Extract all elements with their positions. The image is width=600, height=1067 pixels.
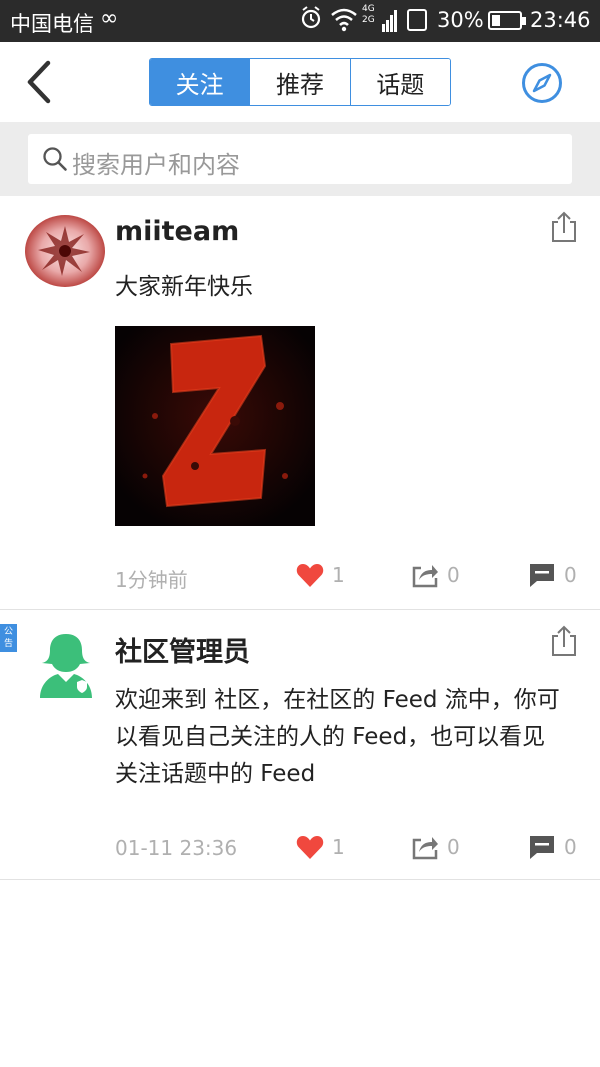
hd-icon: ∞	[100, 6, 119, 31]
post-username[interactable]: 社区管理员	[115, 630, 250, 669]
like-button[interactable]: 1	[296, 562, 345, 588]
tab-following[interactable]: 关注	[150, 59, 250, 105]
heart-icon	[296, 564, 324, 587]
search-icon	[43, 147, 67, 171]
feed-tabs: 关注 推荐 话题	[149, 58, 451, 106]
repost-button[interactable]: 0	[411, 834, 460, 860]
battery-icon	[488, 11, 526, 30]
repost-icon	[412, 837, 438, 860]
search-placeholder: 搜索用户和内容	[72, 151, 240, 179]
zombie-z-image	[115, 326, 315, 526]
repost-icon	[412, 565, 438, 588]
compass-icon[interactable]	[521, 62, 563, 104]
post-time: 1分钟前	[115, 568, 188, 592]
comment-count: 0	[564, 835, 577, 859]
post-time: 01-11 23:36	[115, 836, 238, 860]
like-count: 1	[332, 835, 345, 859]
comment-button[interactable]: 0	[528, 562, 577, 588]
search-input[interactable]: 搜索用户和内容	[28, 134, 572, 184]
status-bar: 中国电信 ∞ 4G 2G 30% 23:46	[0, 0, 600, 42]
back-icon[interactable]	[20, 57, 60, 107]
search-bar-container: 搜索用户和内容	[0, 122, 600, 196]
announcement-badge: 公告	[0, 624, 17, 652]
comment-icon	[530, 836, 554, 859]
post-text: 欢迎来到 社区，在社区的 Feed 流中，你可以看见自己关注的人的 Feed，也…	[115, 687, 560, 787]
post-text: 大家新年快乐	[115, 274, 253, 300]
repost-count: 0	[447, 563, 460, 587]
comment-count: 0	[564, 563, 577, 587]
signal-icon	[382, 10, 397, 32]
feed-post[interactable]: 公告 社区管理员 欢迎来到 社区，在社区的 Feed 流中，你可以看见自己关注的…	[0, 610, 600, 880]
share-icon[interactable]	[549, 211, 579, 243]
avatar[interactable]	[24, 214, 106, 288]
like-button[interactable]: 1	[296, 834, 345, 860]
admin-avatar-icon[interactable]	[36, 632, 96, 698]
feed-post[interactable]: miiteam 大家新年快乐 1分钟前 1 0 0	[0, 196, 600, 610]
share-icon[interactable]	[549, 625, 579, 657]
repost-button[interactable]: 0	[411, 562, 460, 588]
tab-recommended[interactable]: 推荐	[249, 59, 350, 105]
post-image[interactable]	[115, 326, 315, 526]
top-navbar: 关注 推荐 话题	[0, 42, 600, 122]
post-username[interactable]: miiteam	[115, 216, 239, 247]
carrier-name: 中国电信	[10, 12, 94, 36]
tab-topics[interactable]: 话题	[349, 59, 450, 105]
alarm-icon	[301, 6, 321, 29]
sim-icon	[407, 9, 427, 31]
like-count: 1	[332, 563, 345, 587]
network-type: 4G 2G	[362, 4, 375, 25]
clock: 23:46	[530, 8, 591, 32]
heart-icon	[296, 836, 324, 859]
battery-percent: 30%	[437, 8, 484, 32]
repost-count: 0	[447, 835, 460, 859]
wifi-icon	[331, 8, 357, 32]
comment-button[interactable]: 0	[528, 834, 577, 860]
comment-icon	[530, 564, 554, 587]
